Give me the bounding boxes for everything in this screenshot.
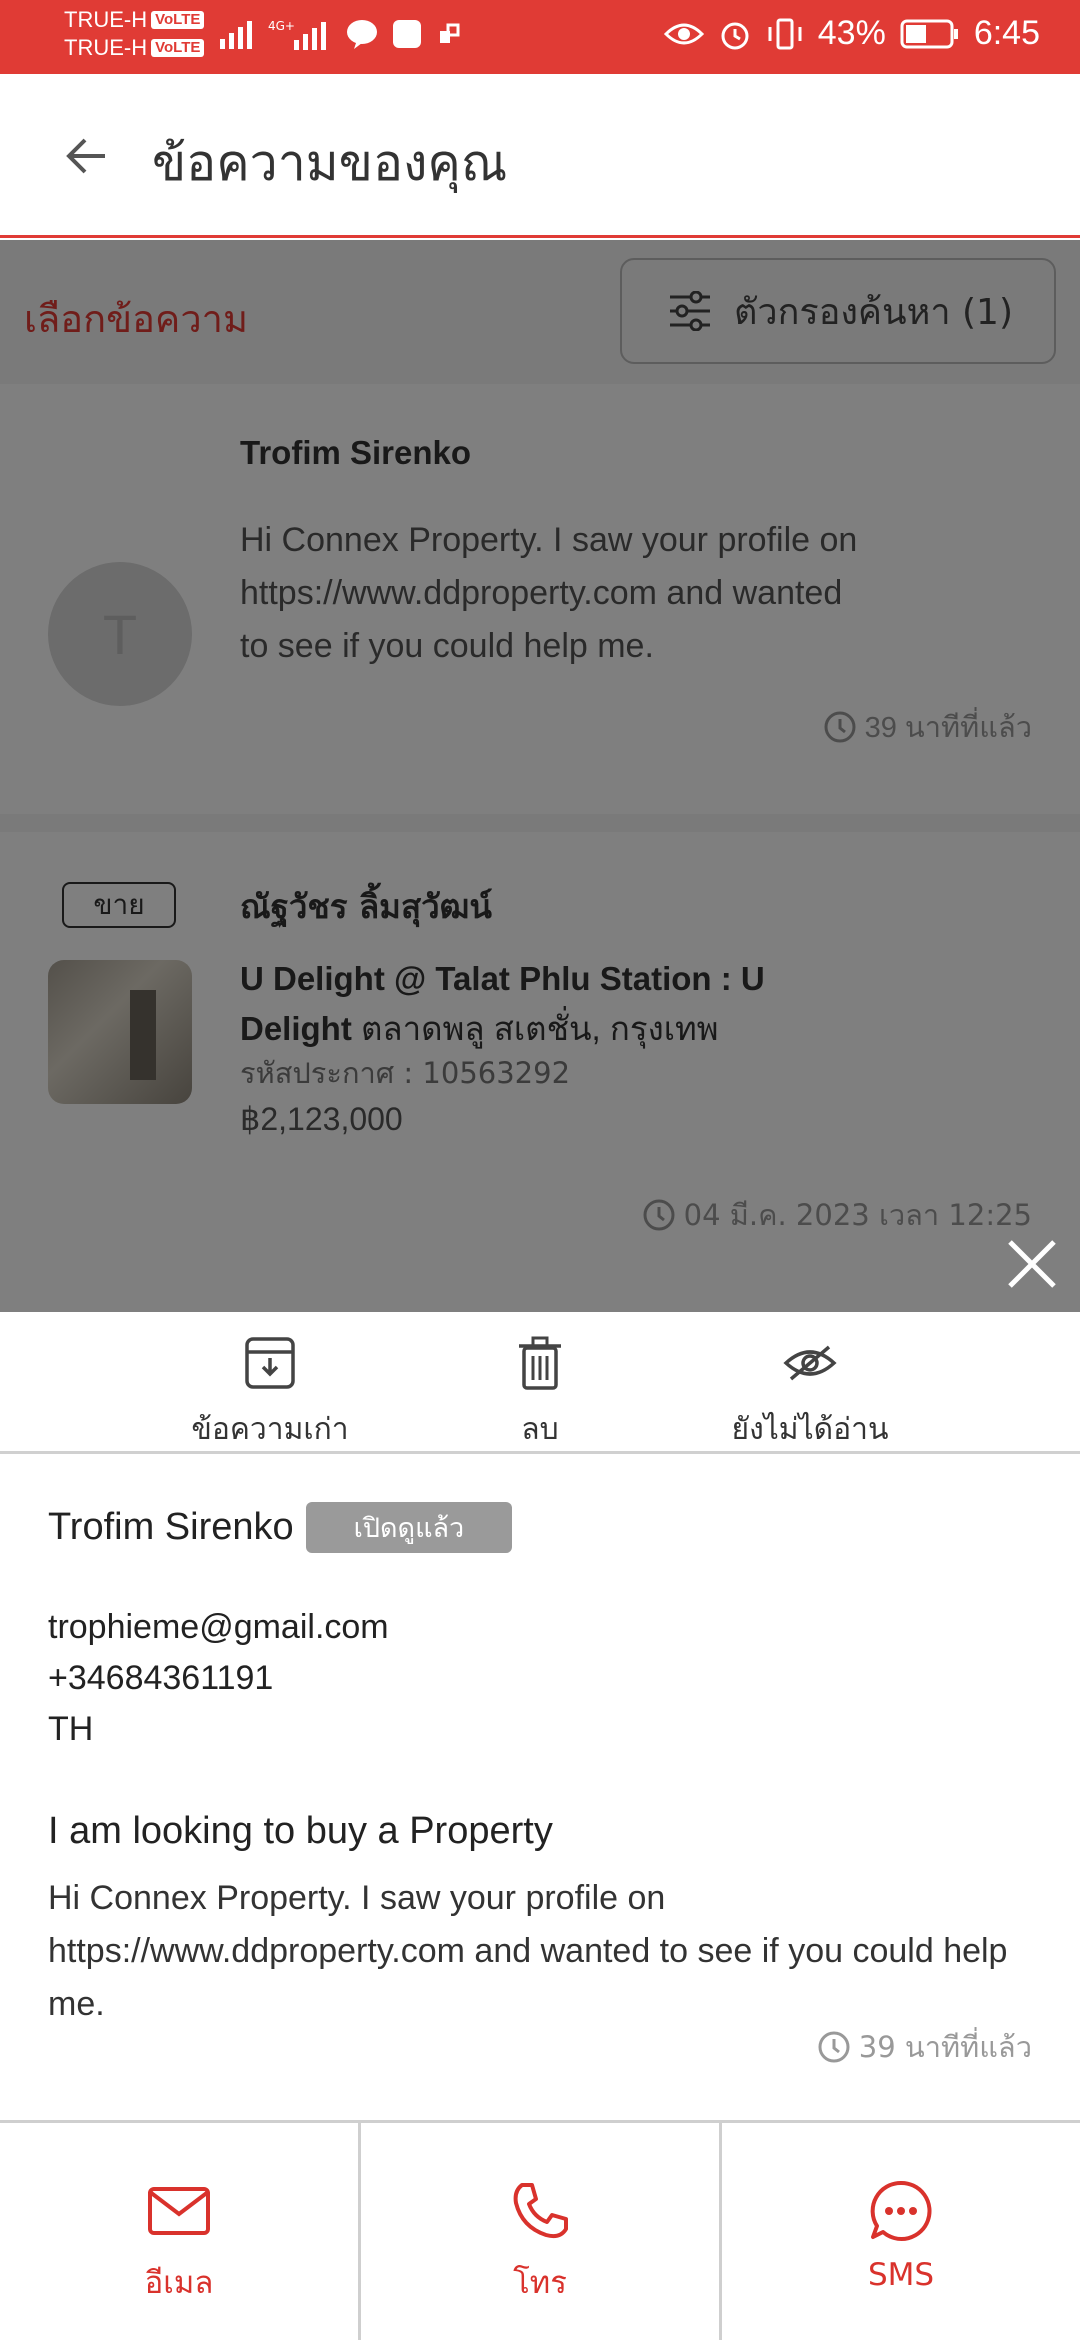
call-label: โทร [513, 2265, 567, 2301]
mail-icon [148, 2187, 210, 2235]
svg-text:4G+: 4G+ [268, 19, 295, 33]
sms-button[interactable]: SMS [722, 2123, 1080, 2340]
clock-icon [818, 2031, 850, 2063]
email-label: อีเมล [144, 2265, 214, 2301]
app-notification-icon [393, 20, 421, 48]
alarm-icon [721, 22, 749, 49]
carrier-info: TRUE-H VoLTE TRUE-H VoLTE [64, 6, 205, 62]
contact-country: TH [48, 1710, 94, 1748]
call-button[interactable]: โทร [361, 2123, 722, 2340]
back-button[interactable] [50, 124, 120, 188]
page-title: ข้อความของคุณ [152, 134, 508, 192]
sender-row: Trofim Sirenko เปิดดูแล้ว [48, 1502, 513, 1553]
modal-overlay[interactable] [0, 240, 1080, 1312]
vibrate-icon [768, 18, 802, 49]
eye-off-icon [783, 1345, 837, 1381]
battery-percent: 43% [817, 14, 886, 52]
sms-label: SMS [867, 2257, 935, 2293]
contact-info: trophieme@gmail.com +34684361191 TH [48, 1602, 389, 1755]
volte-badge: VoLTE [151, 11, 205, 29]
line-app-icon [347, 20, 377, 49]
app-bar: ข้อความของคุณ [0, 74, 1080, 238]
close-icon[interactable] [1004, 1236, 1060, 1292]
back-arrow-icon [66, 138, 105, 174]
sms-icon [870, 2180, 932, 2241]
contact-action-bar: อีเมล โทร SMS [0, 2120, 1080, 2340]
carrier-1: TRUE-H [64, 7, 148, 32]
sync-icon [440, 23, 460, 43]
status-bar: TRUE-H VoLTE TRUE-H VoLTE 4G+ 43% 6:45 [0, 0, 1080, 74]
contact-phone[interactable]: +34684361191 [48, 1653, 389, 1704]
delete-label: ลบ [521, 1412, 559, 1447]
delete-button[interactable]: ลบ [420, 1332, 660, 1453]
archive-icon [245, 1337, 295, 1389]
archive-label: ข้อความเก่า [191, 1412, 349, 1447]
status-badge: เปิดดูแล้ว [305, 1502, 513, 1553]
message-body: Hi Connex Property. I saw your profile o… [48, 1879, 1008, 2023]
archive-button[interactable]: ข้อความเก่า [150, 1332, 390, 1453]
status-icons-right: 43% 6:45 [663, 14, 1040, 53]
volte-badge: VoLTE [151, 39, 205, 57]
carrier-2: TRUE-H [64, 35, 148, 60]
contact-email[interactable]: trophieme@gmail.com [48, 1602, 389, 1653]
time-text: 39 นาทีที่แล้ว [858, 2030, 1032, 2064]
detail-sender-name: Trofim Sirenko [48, 1506, 294, 1548]
phone-icon [513, 2183, 568, 2239]
action-bar: ข้อความเก่า ลบ ยังไม่ได้อ่าน [0, 1312, 1080, 1454]
battery-icon [900, 19, 958, 48]
mark-unread-button[interactable]: ยังไม่ได้อ่าน [690, 1332, 930, 1453]
clock-time: 6:45 [973, 14, 1040, 52]
email-button[interactable]: อีเมล [0, 2123, 361, 2340]
unread-label: ยังไม่ได้อ่าน [731, 1412, 889, 1447]
signal-4g-icon: 4G+ [268, 19, 326, 50]
eye-icon [663, 23, 704, 44]
status-icons-left: 4G+ [220, 18, 462, 50]
trash-icon [519, 1336, 561, 1390]
signal-icon [220, 21, 252, 49]
detail-time: 39 นาทีที่แล้ว [817, 2024, 1032, 2070]
message-subject: I am looking to buy a Property [48, 1810, 553, 1852]
